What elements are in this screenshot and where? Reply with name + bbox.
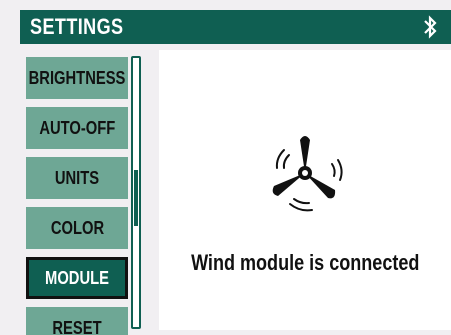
menu-item-module[interactable]: MODULE bbox=[26, 257, 128, 299]
menu-item-brightness[interactable]: BRIGHTNESS bbox=[26, 57, 128, 99]
menu-item-reset[interactable]: RESET bbox=[26, 307, 128, 335]
menu-item-label: COLOR bbox=[50, 217, 104, 238]
wind-fan-icon bbox=[260, 128, 350, 218]
module-panel: Wind module is connected bbox=[159, 50, 451, 330]
settings-header: SETTINGS bbox=[20, 10, 451, 44]
menu-item-auto-off[interactable]: AUTO-OFF bbox=[26, 107, 128, 149]
menu-item-label: UNITS bbox=[54, 167, 100, 188]
scrollbar-thumb[interactable] bbox=[134, 170, 138, 226]
status-text: Wind module is connected bbox=[190, 250, 420, 275]
bluetooth-icon[interactable] bbox=[419, 14, 441, 40]
menu-item-label: AUTO-OFF bbox=[39, 117, 115, 138]
page-title: SETTINGS bbox=[30, 14, 124, 39]
connection-status: Wind module is connected bbox=[159, 250, 451, 276]
menu-scrollbar[interactable] bbox=[131, 56, 141, 329]
menu-item-color[interactable]: COLOR bbox=[26, 207, 128, 249]
menu-item-label: BRIGHTNESS bbox=[28, 67, 126, 88]
menu-item-label: RESET bbox=[52, 317, 102, 335]
menu-item-label: MODULE bbox=[45, 267, 109, 288]
menu-item-units[interactable]: UNITS bbox=[26, 157, 128, 199]
